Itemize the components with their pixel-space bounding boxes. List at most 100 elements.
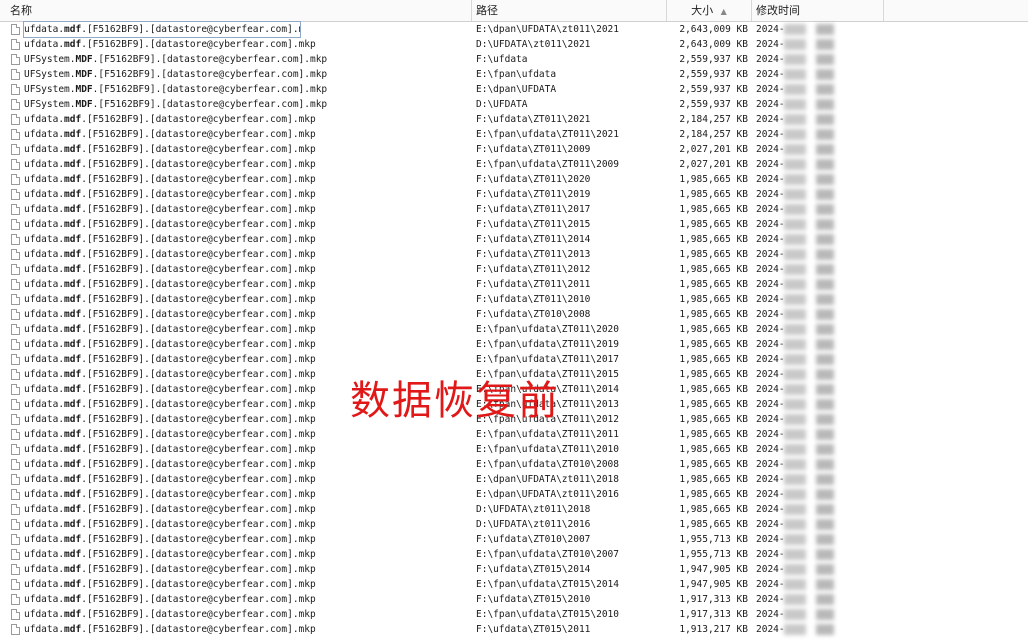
file-row[interactable]: ufdata.mdf.[F5162BF9].[datastore@cyberfe… [0,487,1028,502]
file-modified-date: 2024- [756,369,785,380]
column-size-header[interactable]: 大小 ▲ [667,0,752,21]
file-name[interactable]: ufdata.mdf.[F5162BF9].[datastore@cyberfe… [24,487,464,502]
column-name-header[interactable]: 名称 [6,0,472,21]
file-name[interactable]: ufdata.mdf.[F5162BF9].[datastore@cyberfe… [24,622,464,637]
file-row[interactable]: ufdata.mdf.[F5162BF9].[datastore@cyberfe… [0,517,1028,532]
file-row[interactable]: ufdata.mdf.[F5162BF9].[datastore@cyberfe… [0,592,1028,607]
file-name[interactable]: ufdata.mdf.[F5162BF9].[datastore@cyberfe… [24,142,464,157]
file-name[interactable]: UFSystem.MDF.[F5162BF9].[datastore@cyber… [24,97,464,112]
file-row[interactable]: ufdata.mdf.[F5162BF9].[datastore@cyberfe… [0,172,1028,187]
file-name[interactable]: ufdata.mdf.[F5162BF9].[datastore@cyberfe… [24,577,464,592]
file-row[interactable]: ufdata.mdf.[F5162BF9].[datastore@cyberfe… [0,112,1028,127]
file-row[interactable]: UFSystem.MDF.[F5162BF9].[datastore@cyber… [0,52,1028,67]
file-name[interactable]: ufdata.mdf.[F5162BF9].[datastore@cyberfe… [24,127,464,142]
redacted-date-block [784,219,806,230]
file-row[interactable]: ufdata.mdf.[F5162BF9].[datastore@cyberfe… [0,337,1028,352]
redacted-time-block [816,324,834,335]
file-name[interactable]: UFSystem.MDF.[F5162BF9].[datastore@cyber… [24,82,464,97]
file-size: 1,955,713 KB [679,549,748,560]
redacted-date-block [784,204,806,215]
file-name[interactable]: ufdata.mdf.[F5162BF9].[datastore@cyberfe… [24,187,464,202]
file-row[interactable]: ufdata.mdf.[F5162BF9].[datastore@cyberfe… [0,352,1028,367]
file-row[interactable]: ufdata.mdf.[F5162BF9].[datastore@cyberfe… [0,247,1028,262]
file-row[interactable]: ufdata.mdf.[F5162BF9].[datastore@cyberfe… [0,21,1028,38]
file-modified-date: 2024- [756,594,785,605]
file-row[interactable]: ufdata.mdf.[F5162BF9].[datastore@cyberfe… [0,427,1028,442]
file-name[interactable]: ufdata.mdf.[F5162BF9].[datastore@cyberfe… [23,21,301,38]
file-modified-date: 2024- [756,504,785,515]
file-modified-date: 2024- [756,474,785,485]
file-row[interactable]: UFSystem.MDF.[F5162BF9].[datastore@cyber… [0,97,1028,112]
file-row[interactable]: ufdata.mdf.[F5162BF9].[datastore@cyberfe… [0,202,1028,217]
file-name[interactable]: UFSystem.MDF.[F5162BF9].[datastore@cyber… [24,67,464,82]
file-row[interactable]: ufdata.mdf.[F5162BF9].[datastore@cyberfe… [0,502,1028,517]
redacted-time-block [816,489,834,500]
file-name[interactable]: ufdata.mdf.[F5162BF9].[datastore@cyberfe… [24,277,464,292]
file-size: 1,985,665 KB [679,519,748,530]
file-name[interactable]: ufdata.mdf.[F5162BF9].[datastore@cyberfe… [24,457,464,472]
column-path-header[interactable]: 路径 [472,0,667,21]
file-path: E:\fpan\ufdata\ZT011\2011 [476,429,619,440]
file-name[interactable]: ufdata.mdf.[F5162BF9].[datastore@cyberfe… [24,112,464,127]
file-name[interactable]: ufdata.mdf.[F5162BF9].[datastore@cyberfe… [24,562,464,577]
redacted-time-block [816,504,834,515]
file-name[interactable]: ufdata.mdf.[F5162BF9].[datastore@cyberfe… [24,247,464,262]
file-name[interactable]: ufdata.mdf.[F5162BF9].[datastore@cyberfe… [24,157,464,172]
redacted-time-block [816,264,834,275]
file-row[interactable]: ufdata.mdf.[F5162BF9].[datastore@cyberfe… [0,37,1028,52]
file-row[interactable]: ufdata.mdf.[F5162BF9].[datastore@cyberfe… [0,442,1028,457]
file-row[interactable]: ufdata.mdf.[F5162BF9].[datastore@cyberfe… [0,322,1028,337]
file-name[interactable]: ufdata.mdf.[F5162BF9].[datastore@cyberfe… [24,532,464,547]
file-row[interactable]: ufdata.mdf.[F5162BF9].[datastore@cyberfe… [0,277,1028,292]
file-name[interactable]: ufdata.mdf.[F5162BF9].[datastore@cyberfe… [24,262,464,277]
file-name[interactable]: ufdata.mdf.[F5162BF9].[datastore@cyberfe… [24,607,464,622]
file-name[interactable]: ufdata.mdf.[F5162BF9].[datastore@cyberfe… [24,202,464,217]
file-row[interactable]: ufdata.mdf.[F5162BF9].[datastore@cyberfe… [0,547,1028,562]
column-modified-header[interactable]: 修改时间 [752,0,884,21]
file-name[interactable]: ufdata.mdf.[F5162BF9].[datastore@cyberfe… [24,352,464,367]
file-name[interactable]: ufdata.mdf.[F5162BF9].[datastore@cyberfe… [24,592,464,607]
file-row[interactable]: UFSystem.MDF.[F5162BF9].[datastore@cyber… [0,82,1028,97]
file-name[interactable]: ufdata.mdf.[F5162BF9].[datastore@cyberfe… [24,442,464,457]
file-row[interactable]: ufdata.mdf.[F5162BF9].[datastore@cyberfe… [0,157,1028,172]
file-name[interactable]: ufdata.mdf.[F5162BF9].[datastore@cyberfe… [24,232,464,247]
file-name[interactable]: ufdata.mdf.[F5162BF9].[datastore@cyberfe… [24,217,464,232]
file-name[interactable]: ufdata.mdf.[F5162BF9].[datastore@cyberfe… [24,37,464,52]
file-name[interactable]: ufdata.mdf.[F5162BF9].[datastore@cyberfe… [24,322,464,337]
file-name[interactable]: ufdata.mdf.[F5162BF9].[datastore@cyberfe… [24,547,464,562]
document-icon [11,579,20,590]
file-row[interactable]: ufdata.mdf.[F5162BF9].[datastore@cyberfe… [0,187,1028,202]
file-row[interactable]: ufdata.mdf.[F5162BF9].[datastore@cyberfe… [0,562,1028,577]
file-row[interactable]: ufdata.mdf.[F5162BF9].[datastore@cyberfe… [0,622,1028,637]
document-icon [11,54,20,65]
file-row[interactable]: ufdata.mdf.[F5162BF9].[datastore@cyberfe… [0,577,1028,592]
file-modified-date: 2024- [756,444,785,455]
file-row[interactable]: ufdata.mdf.[F5162BF9].[datastore@cyberfe… [0,292,1028,307]
file-row[interactable]: ufdata.mdf.[F5162BF9].[datastore@cyberfe… [0,217,1028,232]
file-row[interactable]: ufdata.mdf.[F5162BF9].[datastore@cyberfe… [0,532,1028,547]
file-name[interactable]: UFSystem.MDF.[F5162BF9].[datastore@cyber… [24,52,464,67]
file-row[interactable]: UFSystem.MDF.[F5162BF9].[datastore@cyber… [0,67,1028,82]
file-name[interactable]: ufdata.mdf.[F5162BF9].[datastore@cyberfe… [24,307,464,322]
file-row[interactable]: ufdata.mdf.[F5162BF9].[datastore@cyberfe… [0,142,1028,157]
file-name[interactable]: ufdata.mdf.[F5162BF9].[datastore@cyberfe… [24,292,464,307]
file-name[interactable]: ufdata.mdf.[F5162BF9].[datastore@cyberfe… [24,172,464,187]
file-name[interactable]: ufdata.mdf.[F5162BF9].[datastore@cyberfe… [24,472,464,487]
file-row[interactable]: ufdata.mdf.[F5162BF9].[datastore@cyberfe… [0,472,1028,487]
file-size: 1,985,665 KB [679,429,748,440]
file-row[interactable]: ufdata.mdf.[F5162BF9].[datastore@cyberfe… [0,457,1028,472]
file-size: 1,985,665 KB [679,444,748,455]
file-row[interactable]: ufdata.mdf.[F5162BF9].[datastore@cyberfe… [0,262,1028,277]
file-modified-date: 2024- [756,399,785,410]
file-row[interactable]: ufdata.mdf.[F5162BF9].[datastore@cyberfe… [0,607,1028,622]
file-name[interactable]: ufdata.mdf.[F5162BF9].[datastore@cyberfe… [24,337,464,352]
redacted-time-block [816,54,834,65]
file-row[interactable]: ufdata.mdf.[F5162BF9].[datastore@cyberfe… [0,307,1028,322]
file-name[interactable]: ufdata.mdf.[F5162BF9].[datastore@cyberfe… [24,517,464,532]
file-name[interactable]: ufdata.mdf.[F5162BF9].[datastore@cyberfe… [24,427,464,442]
file-row[interactable]: ufdata.mdf.[F5162BF9].[datastore@cyberfe… [0,232,1028,247]
file-row[interactable]: ufdata.mdf.[F5162BF9].[datastore@cyberfe… [0,127,1028,142]
file-name[interactable]: ufdata.mdf.[F5162BF9].[datastore@cyberfe… [24,502,464,517]
document-icon [11,279,20,290]
file-modified-date: 2024- [756,69,785,80]
